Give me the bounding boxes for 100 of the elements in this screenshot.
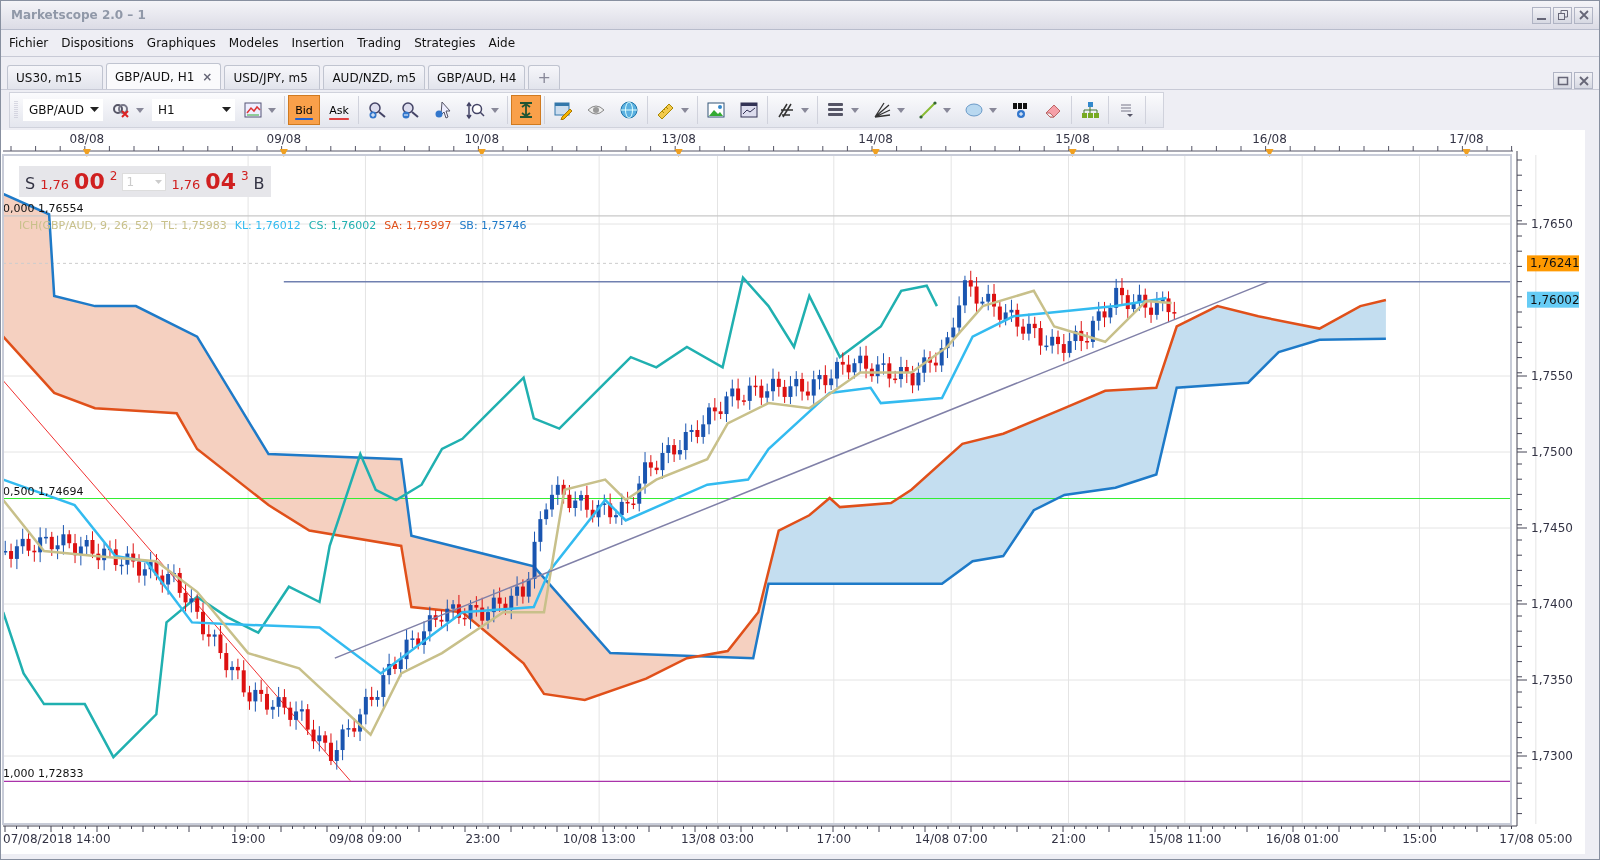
- date-label: 10/08: [464, 132, 500, 146]
- chart-tab[interactable]: GBP/AUD, H1 ×: [106, 63, 222, 89]
- price-tag: 1,76002: [1530, 292, 1580, 307]
- globe-icon: [619, 100, 639, 120]
- restore-button[interactable]: [1553, 6, 1572, 24]
- menu-item[interactable]: Fichier: [9, 36, 49, 50]
- time-label: 15:00: [1402, 832, 1437, 846]
- sell-label: S: [25, 174, 36, 193]
- indicator-value: CS: 1,76002: [308, 219, 377, 232]
- time-label: 14/08 07:00: [914, 832, 988, 846]
- chart-tab[interactable]: AUD/NZD, m5: [323, 65, 426, 89]
- menu-item[interactable]: Strategies: [414, 36, 476, 50]
- indicator-value: SB: 1,75746: [459, 219, 527, 232]
- indicator-value: KL: 1,76012: [234, 219, 301, 232]
- date-marker-icon: [1265, 149, 1274, 157]
- picture-icon: [706, 100, 726, 120]
- menu-item[interactable]: Insertion: [291, 36, 345, 50]
- chart-tab[interactable]: US30, m15: [7, 65, 103, 89]
- date-label: 13/08: [661, 132, 696, 146]
- fan-icon: [872, 100, 892, 120]
- buy-label: B: [253, 174, 265, 193]
- close-icon: [1577, 9, 1590, 21]
- date-marker-icon: [82, 149, 91, 157]
- chart-tab[interactable]: USD/JPY, m5: [224, 65, 321, 89]
- time-label: 23:00: [465, 832, 501, 846]
- caret-icon: [155, 179, 163, 184]
- buy-price-prefix: 1,76: [171, 177, 201, 192]
- date-label: 08/08: [69, 132, 105, 146]
- time-label: 15/08 11:00: [1148, 832, 1222, 846]
- tab-close-button[interactable]: ×: [202, 69, 213, 84]
- price-tag: 1,76241: [1530, 256, 1580, 271]
- time-label: 07/08/2018 14:00: [3, 832, 111, 846]
- fibonacci-label: 0,000 1,76554: [3, 201, 84, 215]
- menu-item[interactable]: Trading: [357, 36, 402, 50]
- close-chart-button[interactable]: [1574, 72, 1593, 89]
- magnifier-icon: [466, 100, 486, 120]
- date-marker-icon: [477, 149, 486, 157]
- zoom-out-icon: [400, 100, 420, 120]
- caret-icon: [801, 107, 809, 113]
- dropdown-field[interactable]: H1: [152, 99, 235, 121]
- time-label: 16/08 01:00: [1265, 832, 1339, 846]
- indicator-value: TL: 1,75983: [161, 219, 227, 232]
- time-label: 10/08 13:00: [562, 832, 636, 846]
- price-label: 1,7400: [1531, 597, 1573, 611]
- close-icon: [1577, 74, 1590, 87]
- date-label: 14/08: [858, 132, 893, 146]
- minimize-button[interactable]: [1532, 6, 1551, 24]
- time-label: 09/08 09:00: [328, 832, 402, 846]
- window-title: Marketscope 2.0 – 1: [11, 8, 146, 22]
- menu-item[interactable]: Modeles: [228, 36, 279, 50]
- caret-icon: [851, 107, 859, 113]
- zoom-in-icon: [367, 100, 387, 120]
- date-marker-icon: [1462, 149, 1471, 157]
- caret-icon: [943, 107, 951, 113]
- ellipse-icon: [964, 100, 984, 120]
- caret-icon: [897, 107, 905, 113]
- window-icon: [739, 100, 759, 120]
- sell-price-pips: 00: [74, 169, 105, 194]
- price-label: 1,7350: [1531, 673, 1573, 687]
- date-label: 09/08: [266, 132, 302, 146]
- line-chart-icon: [243, 100, 263, 120]
- maximize-button[interactable]: [1553, 72, 1572, 89]
- dropdown-field[interactable]: GBP/AUD: [23, 99, 103, 121]
- caret-icon: [989, 107, 997, 113]
- minimize-icon: [1537, 17, 1546, 20]
- date-marker-icon: [1068, 149, 1077, 157]
- date-label: 16/08: [1252, 132, 1287, 146]
- window-pencil-icon: [553, 100, 573, 120]
- menu-item[interactable]: Dispositions: [61, 36, 134, 50]
- maximize-icon: [1556, 74, 1569, 87]
- caret-icon: [222, 107, 231, 113]
- caret-icon: [681, 107, 689, 113]
- menu-item[interactable]: Graphiques: [146, 36, 216, 50]
- date-marker-icon: [871, 149, 880, 157]
- price-label: 1,7550: [1531, 369, 1573, 383]
- caret-icon: [491, 107, 499, 113]
- time-label: 19:00: [230, 832, 266, 846]
- price-toggle[interactable]: Bid: [288, 95, 320, 125]
- price-label: 1,7450: [1531, 521, 1573, 535]
- caret-icon: [268, 107, 276, 113]
- pointer-icon: [433, 100, 453, 120]
- close-button[interactable]: [1574, 6, 1593, 24]
- price-label: 1,7650: [1531, 217, 1573, 231]
- time-label: 17:00: [816, 832, 852, 846]
- line-icon: [918, 100, 938, 120]
- price-toggle[interactable]: Ask: [323, 95, 355, 125]
- time-label: 21:00: [1051, 832, 1086, 846]
- date-label: 15/08: [1055, 132, 1090, 146]
- menu-item[interactable]: Aide: [488, 36, 516, 50]
- text-tool-icon: [1010, 100, 1030, 120]
- fibonacci-label: 1,000 1,72833: [3, 767, 84, 781]
- price-label: 1,7500: [1531, 445, 1573, 459]
- time-label: 13/08 03:00: [681, 832, 754, 846]
- caret-icon: [136, 107, 144, 113]
- sell-price-prefix: 1,76: [40, 177, 70, 192]
- indicator-value: SA: 1,75997: [384, 219, 452, 232]
- buy-price-pips: 04: [205, 169, 236, 194]
- time-label: 17/08 05:00: [1499, 832, 1573, 846]
- chart-tab[interactable]: GBP/AUD, H4: [428, 65, 526, 89]
- price-label: 1,7300: [1531, 749, 1573, 763]
